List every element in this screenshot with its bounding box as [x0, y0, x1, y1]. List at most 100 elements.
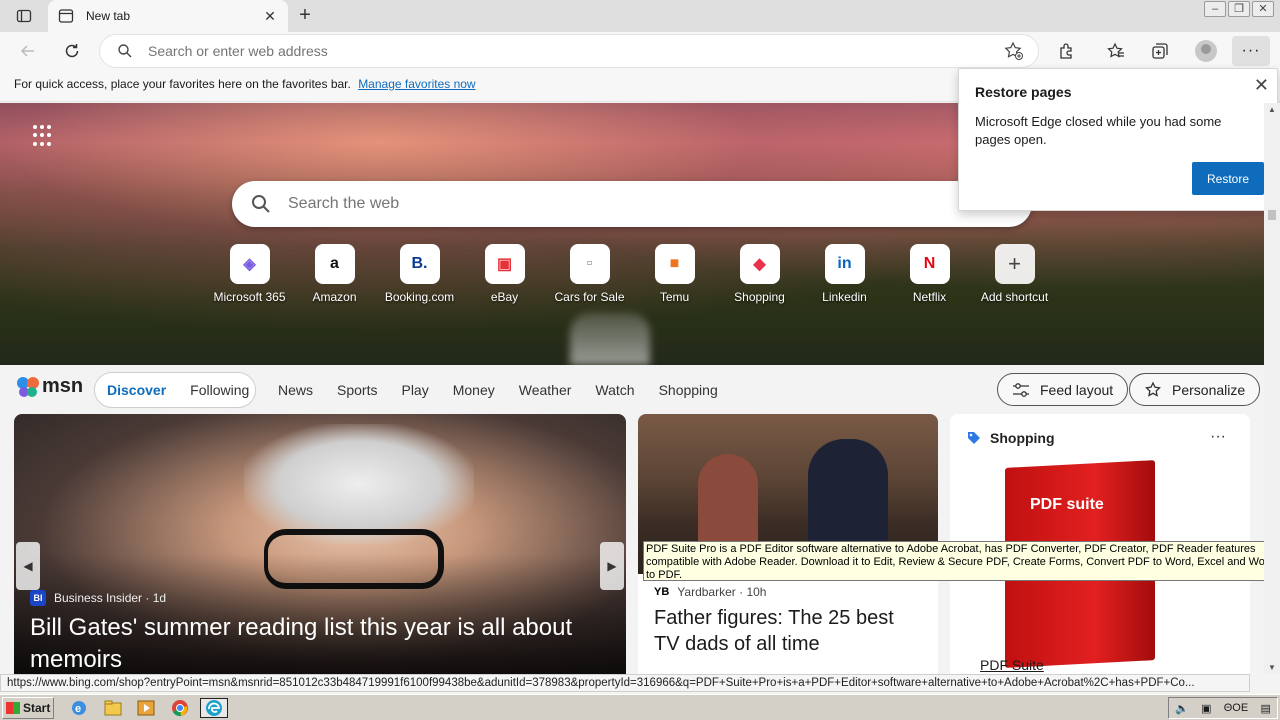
caret-left-icon: ◀: [23, 559, 33, 573]
shortcut-add-shortcut[interactable]: + Add shortcut: [972, 244, 1057, 304]
shortcut-microsoft-365[interactable]: ◈ Microsoft 365: [207, 244, 292, 304]
minimize-button[interactable]: –: [1204, 1, 1226, 17]
scroll-thumb[interactable]: [1268, 210, 1276, 220]
collections-button[interactable]: [1147, 39, 1173, 63]
nav-news[interactable]: News: [278, 382, 313, 398]
shopping-bag-icon: ◆: [739, 244, 780, 284]
nav-play[interactable]: Play: [401, 382, 428, 398]
start-label: Start: [23, 701, 51, 715]
price-tag-icon: [968, 432, 980, 444]
nav-watch[interactable]: Watch: [595, 382, 634, 398]
search-icon: [252, 195, 270, 213]
personalize-button[interactable]: Personalize: [1129, 373, 1261, 406]
popup-title: Restore pages: [975, 84, 1072, 100]
taskbar: Start e 🔈 ▣ ΘΟΕ ▤: [0, 694, 1280, 720]
restore-window-button[interactable]: ❐: [1228, 1, 1250, 17]
business-insider-icon: BI: [30, 590, 46, 606]
story-age: · 10h: [739, 585, 767, 599]
shopping-header: Shopping: [966, 430, 1055, 446]
favorites-bar-text: For quick access, place your favorites h…: [14, 77, 351, 91]
tab-discover[interactable]: Discover: [95, 382, 178, 398]
shortcut-amazon[interactable]: a Amazon: [292, 244, 377, 304]
msn-logo[interactable]: msn: [16, 375, 83, 398]
address-bar[interactable]: [100, 35, 1038, 67]
scroll-up-icon[interactable]: ▲: [1264, 105, 1280, 114]
close-icon[interactable]: ✕: [1254, 75, 1269, 96]
windows-logo-icon: [6, 702, 20, 714]
nav-weather[interactable]: Weather: [519, 382, 572, 398]
shortcut-label: Amazon: [312, 290, 357, 304]
web-search-input[interactable]: [288, 195, 1032, 213]
nav-sports[interactable]: Sports: [337, 382, 377, 398]
shortcut-linkedin[interactable]: in Linkedin: [802, 244, 887, 304]
chrome-icon[interactable]: [169, 698, 191, 718]
source-name: Business Insider: [54, 591, 143, 605]
carousel-next-button[interactable]: ▶: [600, 542, 624, 590]
profile-button[interactable]: [1193, 39, 1219, 63]
shortcut-cars-for-sale[interactable]: ▫ Cars for Sale: [547, 244, 632, 304]
story-headline[interactable]: Father figures: The 25 best TV dads of a…: [654, 605, 924, 657]
start-button[interactable]: Start: [2, 697, 54, 719]
popup-message: Microsoft Edge closed while you had some…: [975, 114, 1222, 147]
story-headline[interactable]: Bill Gates' summer reading list this yea…: [30, 612, 610, 674]
settings-more-button[interactable]: ···: [1232, 36, 1270, 66]
nav-money[interactable]: Money: [453, 382, 495, 398]
extensions-button[interactable]: [1054, 39, 1080, 63]
address-input[interactable]: [148, 43, 1004, 59]
tab-actions-icon: [16, 9, 32, 23]
edge-taskbar-icon[interactable]: [200, 698, 228, 718]
tab-actions-button[interactable]: [8, 4, 40, 28]
close-window-button[interactable]: ✕: [1252, 1, 1274, 17]
back-button[interactable]: [16, 39, 40, 63]
system-tray: 🔈 ▣ ΘΟΕ ▤: [1168, 697, 1278, 719]
add-favorite-icon[interactable]: [1004, 41, 1024, 61]
carousel-prev-button[interactable]: ◀: [16, 542, 40, 590]
product-box-label: PDF suite: [1030, 496, 1104, 513]
notification-icon[interactable]: ▤: [1260, 702, 1270, 715]
app-launcher-icon[interactable]: [33, 125, 55, 147]
shortcut-label: Microsoft 365: [213, 290, 286, 304]
shortcut-label: Shopping: [734, 290, 785, 304]
msn-butterfly-icon: [17, 376, 39, 397]
tab-new-tab[interactable]: New tab ✕: [48, 0, 288, 32]
amazon-icon: a: [314, 244, 355, 284]
refresh-button[interactable]: [60, 39, 84, 63]
tab-close-icon[interactable]: ✕: [262, 8, 278, 25]
feed-layout-label: Feed layout: [1040, 381, 1114, 398]
shortcut-netflix[interactable]: N Netflix: [887, 244, 972, 304]
shortcut-booking-com[interactable]: B. Booking.com: [377, 244, 462, 304]
network-icon[interactable]: ▣: [1201, 702, 1211, 715]
restore-button[interactable]: Restore: [1192, 162, 1264, 195]
msn-feed-header: msn Discover Following News Sports Play Mon…: [0, 365, 1264, 413]
manage-favorites-link[interactable]: Manage favorites now: [358, 77, 475, 91]
new-tab-button[interactable]: +: [294, 5, 316, 27]
shortcut-ebay[interactable]: ▣ eBay: [462, 244, 547, 304]
plus-icon: +: [994, 244, 1035, 284]
feed-toggle: Discover Following: [94, 372, 256, 408]
nav-shopping[interactable]: Shopping: [659, 382, 718, 398]
refresh-icon: [65, 44, 79, 58]
browser-toolbar: ···: [0, 32, 1280, 70]
personalize-label: Personalize: [1172, 381, 1246, 398]
shortcut-label: Add shortcut: [980, 290, 1049, 304]
file-explorer-icon[interactable]: [102, 698, 124, 718]
web-search-box[interactable]: [232, 181, 1032, 227]
volume-icon[interactable]: 🔈: [1175, 702, 1189, 715]
top-story-card[interactable]: ◀ ▶ BI Business Insider · 1d Bill Gates'…: [14, 414, 626, 674]
media-player-icon[interactable]: [135, 698, 157, 718]
feed-layout-button[interactable]: Feed layout: [997, 373, 1129, 406]
more-options-icon[interactable]: ···: [1210, 428, 1226, 446]
internet-explorer-icon[interactable]: e: [68, 698, 90, 718]
sliders-icon: [1013, 382, 1029, 397]
shortcut-shopping[interactable]: ◆ Shopping: [717, 244, 802, 304]
page-scrollbar[interactable]: ▲ ▼: [1264, 103, 1280, 674]
favorites-button[interactable]: [1103, 39, 1129, 63]
tab-following[interactable]: Following: [178, 382, 261, 398]
language-indicator[interactable]: ΘΟΕ: [1224, 702, 1248, 714]
booking-icon: B.: [399, 244, 440, 284]
shortcut-temu[interactable]: ■ Temu: [632, 244, 717, 304]
product-title[interactable]: PDF Suite: [980, 657, 1044, 673]
ebay-icon: ▣: [484, 244, 525, 284]
back-arrow-icon: [20, 45, 34, 57]
scroll-down-icon[interactable]: ▼: [1264, 663, 1280, 672]
